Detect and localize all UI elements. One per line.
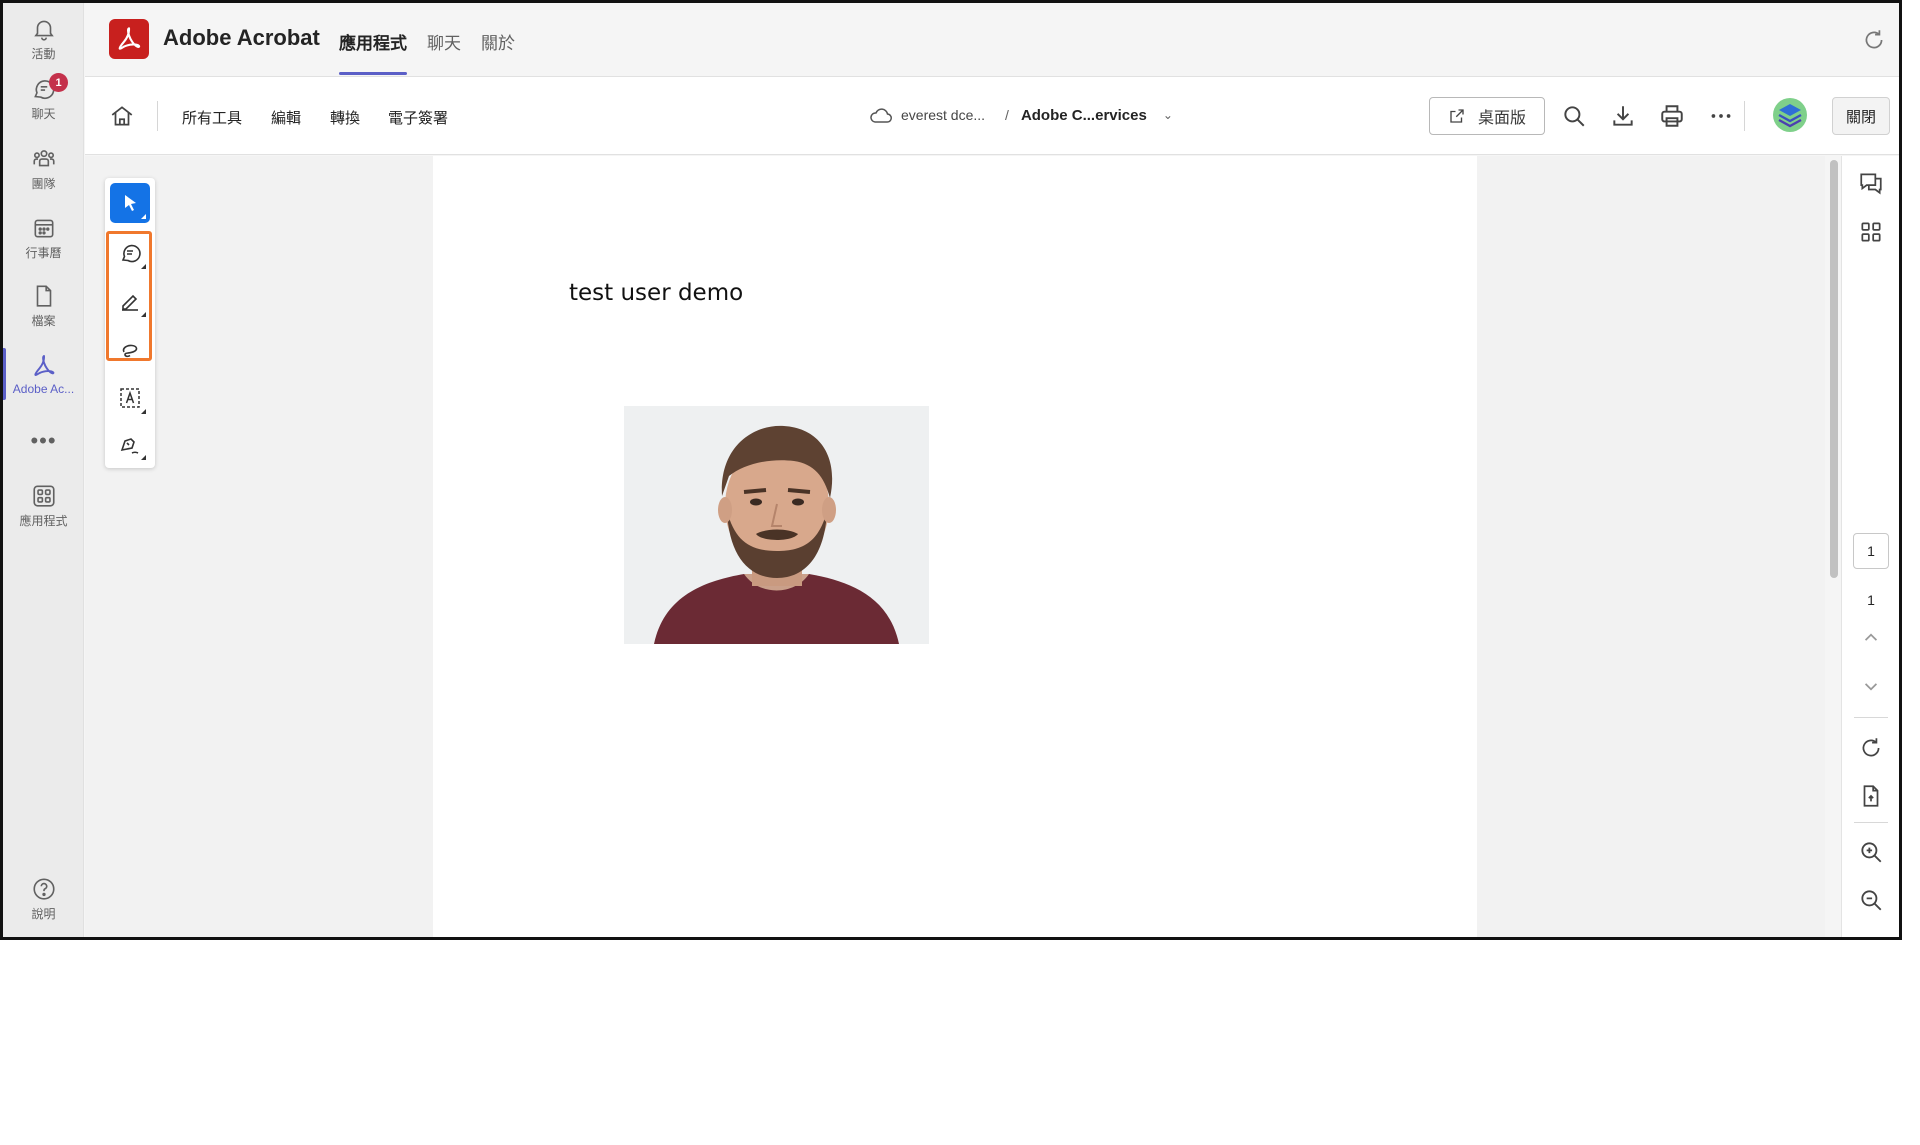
app-header: Adobe Acrobat 應用程式 聊天 關於 [85,3,1899,77]
teams-icon [32,150,55,167]
rail-item-label: 活動 [31,47,56,61]
rail-item-apps[interactable]: 應用程式 [3,476,84,536]
help-icon [32,878,55,900]
thumbnails-grid-icon[interactable] [1858,219,1884,245]
scrollbar-thumb[interactable] [1830,160,1838,578]
rail-item-label: 行事曆 [25,246,62,260]
help-label: 說明 [31,907,56,921]
rail-item-teams[interactable]: 團隊 [3,139,84,199]
file-icon [36,285,51,307]
help-button[interactable]: 說明 [3,869,84,929]
rail-item-label: 聊天 [31,107,56,121]
app-title: Adobe Acrobat [163,25,320,50]
refresh-icon[interactable] [1861,27,1887,53]
breadcrumb-location[interactable]: everest dce... [901,107,985,123]
more-apps-button[interactable]: ••• [3,428,84,454]
tab-chat[interactable]: 聊天 [427,29,461,54]
calendar-icon [34,219,53,238]
more-options-icon[interactable] [1708,103,1734,129]
rail-divider [1854,822,1888,823]
total-pages: 1 [1867,592,1875,608]
document-canvas: test user demo [85,156,1825,937]
comments-panel-icon[interactable] [1858,170,1884,196]
select-tool[interactable] [110,183,150,223]
external-link-icon [1450,109,1464,123]
breadcrumb: everest dce... / Adobe C...ervices ⌄ [869,105,1173,125]
teams-app-rail: 活動 聊天 1 團隊 行事曆 檔案 Adobe Ac... ••• 應用程式 說… [3,3,84,937]
chevron-down-icon[interactable]: ⌄ [1163,108,1173,122]
tab-apps[interactable]: 應用程式 [339,29,407,54]
cloud-icon [870,108,892,123]
rail-item-label: Adobe Ac... [12,381,75,396]
page-display-icon[interactable] [1858,783,1884,809]
text-select-icon [120,388,140,408]
desktop-button-label: 桌面版 [1477,110,1526,127]
text-recognize-tool[interactable] [110,378,150,418]
avatar[interactable] [1772,97,1808,133]
current-page-input[interactable]: 1 [1853,533,1889,569]
rotate-icon[interactable] [1858,735,1884,761]
document-text[interactable]: test user demo [569,280,743,306]
signature-tool[interactable] [110,424,150,464]
pdf-page[interactable]: test user demo [433,156,1477,937]
active-tab-indicator [339,72,407,75]
breadcrumb-separator: / [1005,107,1009,123]
document-name[interactable]: Adobe C...ervices [1021,107,1147,124]
menu-edit[interactable]: 編輯 [271,107,301,128]
rail-item-activity[interactable]: 活動 [3,9,84,69]
acrobat-toolbar: 所有工具 編輯 轉換 電子簽署 everest dce... / Adobe C… [85,77,1899,155]
close-button[interactable]: 關閉 [1832,97,1890,135]
zoom-out-icon[interactable] [1858,887,1884,913]
home-icon[interactable] [109,103,135,129]
right-panel-rail: 1 1 [1841,156,1899,937]
rail-item-adobe-acrobat[interactable]: Adobe Ac... [3,344,84,404]
rail-item-label: 檔案 [31,314,56,328]
chevron-down-icon[interactable] [1858,673,1884,699]
search-icon[interactable] [1561,103,1587,129]
apps-icon [32,485,55,507]
menu-e-sign[interactable]: 電子簽署 [388,107,448,128]
rail-item-chat[interactable]: 聊天 1 [3,69,84,129]
unread-badge: 1 [49,73,68,92]
pen-sign-icon [120,438,139,454]
menu-all-tools[interactable]: 所有工具 [182,107,242,128]
tab-about[interactable]: 關於 [481,29,515,54]
vertical-scrollbar[interactable] [1825,156,1841,937]
rail-item-calendar[interactable]: 行事曆 [3,208,84,268]
toolbar-divider [1744,101,1745,131]
open-desktop-button[interactable]: 桌面版 [1429,97,1545,135]
rail-divider [1854,717,1888,718]
rail-item-files[interactable]: 檔案 [3,276,84,336]
rail-item-label: 應用程式 [19,514,68,528]
acrobat-logo-icon [109,19,149,59]
toolbar-divider [157,101,158,131]
print-icon[interactable] [1659,103,1685,129]
tool-group-highlight [106,231,152,361]
download-icon[interactable] [1610,103,1636,129]
cursor-arrow-icon [125,195,136,211]
rail-item-label: 團隊 [31,177,56,191]
chevron-up-icon[interactable] [1858,625,1884,651]
bell-icon [33,20,54,41]
zoom-in-icon[interactable] [1858,839,1884,865]
menu-convert[interactable]: 轉換 [330,107,360,128]
portrait-image[interactable] [624,406,929,644]
acrobat-icon [33,354,54,376]
teams-window: 活動 聊天 1 團隊 行事曆 檔案 Adobe Ac... ••• 應用程式 說… [0,0,1902,940]
